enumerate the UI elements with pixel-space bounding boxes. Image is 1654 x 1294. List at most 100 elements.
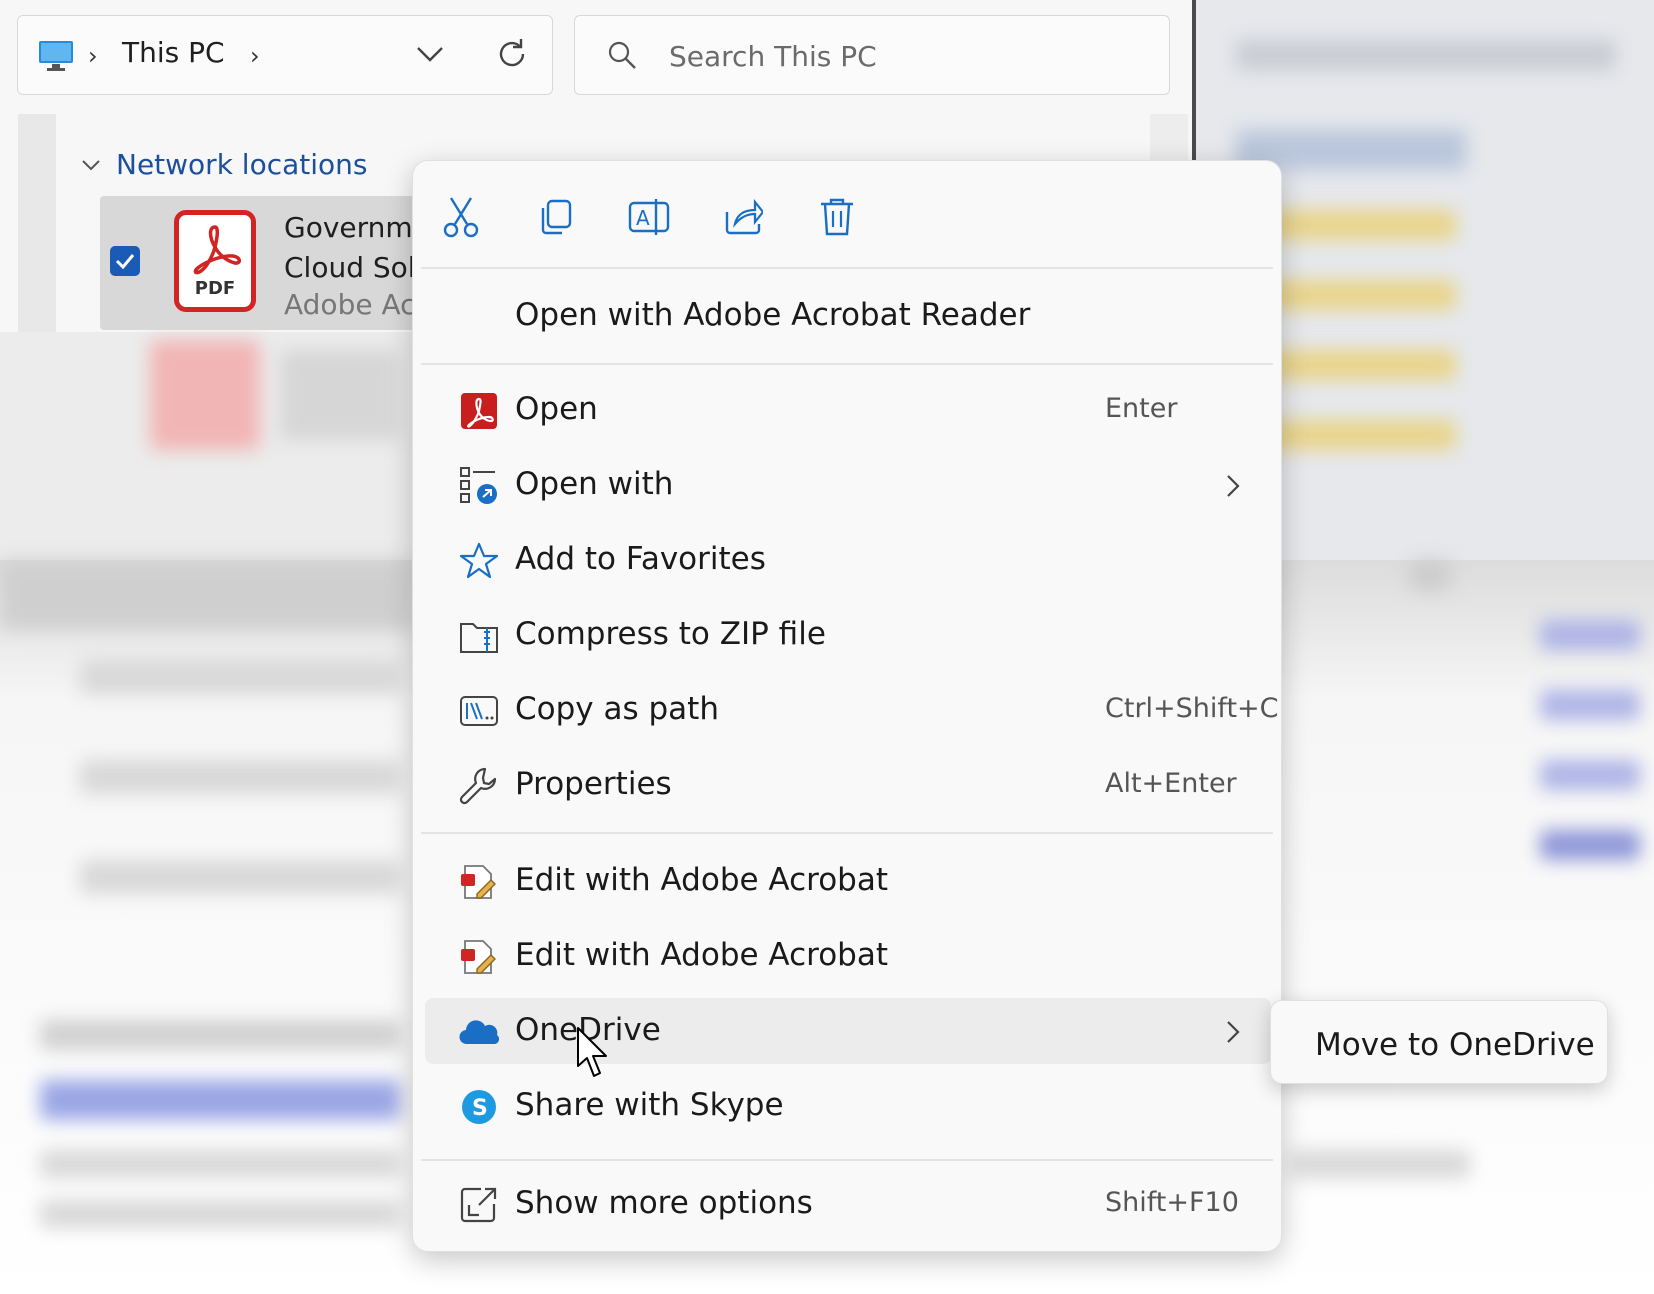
menu-item-add-to-favorites[interactable]: Add to Favorites <box>425 527 1271 593</box>
menu-item-copy-as-path[interactable]: Copy as path Ctrl+Shift+C <box>425 677 1279 743</box>
svg-text:S: S <box>472 1096 488 1121</box>
menu-separator <box>421 1159 1273 1161</box>
chevron-right-icon: › <box>88 42 98 70</box>
copy-path-icon <box>460 696 498 726</box>
blurred-file-icon <box>150 340 260 450</box>
blurred-link <box>40 1080 400 1120</box>
chevron-right-icon <box>1227 1021 1240 1043</box>
chevron-down-icon[interactable] <box>414 38 446 70</box>
acrobat-icon <box>461 393 497 429</box>
onedrive-submenu: Move to OneDrive <box>1270 1000 1608 1084</box>
pdf-file-icon: PDF <box>174 210 256 312</box>
share-icon <box>725 198 763 235</box>
acrobat-logo-icon <box>193 225 241 275</box>
more-options-icon <box>460 1187 497 1223</box>
menu-item-label: Edit with Adobe Acrobat <box>515 862 888 898</box>
menu-item-label: Open with Adobe Acrobat Reader <box>515 297 1031 333</box>
menu-separator <box>421 832 1273 834</box>
menu-item-open-with-acrobat-reader[interactable]: Open with Adobe Acrobat Reader <box>425 283 1271 349</box>
computer-icon <box>39 41 73 71</box>
menu-separator <box>421 267 1273 269</box>
navigation-pane <box>18 114 56 332</box>
blurred-text <box>40 1020 400 1050</box>
menu-item-open[interactable]: Open Enter <box>425 377 1271 443</box>
menu-item-properties[interactable]: Properties Alt+Enter <box>425 752 1271 818</box>
refresh-icon[interactable] <box>494 36 530 72</box>
selected-file-item[interactable]: PDF Governme Cloud Sol Adobe Ac <box>100 196 430 330</box>
menu-item-label: Compress to ZIP file <box>515 616 826 652</box>
blurred-text <box>1290 1150 1470 1178</box>
blurred-text <box>40 1200 400 1228</box>
menu-item-label: Add to Favorites <box>515 541 766 577</box>
menu-item-move-to-onedrive[interactable]: Move to OneDrive <box>1279 1009 1599 1075</box>
blurred-text <box>40 1150 400 1178</box>
acrobat-edit-icon <box>461 865 496 899</box>
rename-button[interactable]: A <box>621 189 677 245</box>
context-menu: A Open with Adobe Acrobat Reader Open En… <box>412 160 1282 1252</box>
menu-item-show-more-options[interactable]: Show more options Shift+F10 <box>425 1171 1271 1237</box>
section-label: Network locations <box>116 148 368 181</box>
star-icon <box>459 542 499 579</box>
search-icon <box>608 41 636 69</box>
quick-actions-bar: A <box>413 161 1281 269</box>
svg-text:A: A <box>636 206 650 230</box>
menu-item-onedrive[interactable]: OneDrive <box>425 998 1271 1064</box>
file-name-line: Cloud Sol <box>284 251 416 284</box>
search-box[interactable] <box>574 15 1170 95</box>
breadcrumb-this-pc[interactable]: This PC <box>122 36 225 69</box>
menu-item-label: Open <box>515 391 598 427</box>
copy-button[interactable] <box>527 189 583 245</box>
file-checkbox[interactable] <box>110 246 140 276</box>
checkmark-icon <box>115 254 135 270</box>
blurred-link <box>1540 830 1640 860</box>
zip-icon <box>460 623 498 653</box>
wrench-icon <box>459 767 497 805</box>
file-name: Governme Cloud Sol <box>284 208 430 288</box>
blurred-link <box>1540 690 1640 720</box>
cut-icon <box>443 197 479 238</box>
mouse-cursor-icon <box>577 1027 607 1077</box>
cut-button[interactable] <box>433 189 489 245</box>
copy-icon <box>541 199 572 235</box>
menu-separator <box>421 363 1273 365</box>
onedrive-icon <box>459 1020 499 1045</box>
menu-item-label: Share with Skype <box>515 1087 784 1123</box>
open-with-icon <box>460 467 497 504</box>
file-name-line: Governme <box>284 211 430 244</box>
blurred-link <box>1540 620 1640 650</box>
network-locations-header[interactable]: Network locations <box>80 148 368 181</box>
shortcut-label: Ctrl+Shift+C <box>1105 693 1279 724</box>
menu-item-label: Edit with Adobe Acrobat <box>515 937 888 973</box>
blurred-text <box>1410 560 1450 590</box>
blurred-row <box>80 860 400 894</box>
share-button[interactable] <box>715 189 771 245</box>
shortcut-label: Alt+Enter <box>1105 768 1237 799</box>
blurred-row <box>80 760 400 794</box>
acrobat-edit-icon <box>461 940 496 974</box>
menu-item-share-with-skype[interactable]: S Share with Skype <box>425 1073 1271 1139</box>
menu-item-compress-zip[interactable]: Compress to ZIP file <box>425 602 1271 668</box>
menu-item-edit-with-acrobat-2[interactable]: Edit with Adobe Acrobat <box>425 923 1271 989</box>
menu-item-label: Move to OneDrive <box>1315 1027 1595 1063</box>
chevron-right-icon <box>1227 475 1240 497</box>
menu-item-edit-with-acrobat[interactable]: Edit with Adobe Acrobat <box>425 848 1271 914</box>
rename-icon: A <box>628 199 670 235</box>
pdf-label: PDF <box>194 278 236 299</box>
shortcut-label: Enter <box>1105 393 1178 424</box>
search-input[interactable] <box>667 34 1131 78</box>
menu-item-label: Copy as path <box>515 691 719 727</box>
chevron-right-icon[interactable]: › <box>250 42 260 70</box>
delete-button[interactable] <box>809 189 865 245</box>
address-bar[interactable]: › This PC › <box>17 15 553 95</box>
chevron-down-icon[interactable] <box>80 154 102 176</box>
menu-item-label: Open with <box>515 466 674 502</box>
blurred-file-name <box>280 350 400 440</box>
file-type: Adobe Ac <box>284 288 416 321</box>
blurred-header <box>0 560 412 630</box>
skype-icon: S <box>462 1090 496 1124</box>
menu-item-label: Show more options <box>515 1185 813 1221</box>
delete-icon <box>821 198 853 236</box>
menu-item-open-with[interactable]: Open with <box>425 452 1271 518</box>
blurred-link <box>1540 760 1640 790</box>
menu-item-label: Properties <box>515 766 672 802</box>
